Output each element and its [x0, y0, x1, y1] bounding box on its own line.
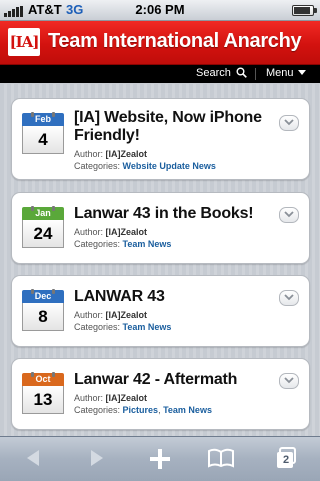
- menu-button[interactable]: Menu: [266, 67, 306, 79]
- categories-label: Categories:: [74, 405, 121, 415]
- expand-button[interactable]: [279, 290, 299, 306]
- calendar-date-icon: Feb 4: [22, 112, 64, 155]
- calendar-ring: [52, 206, 55, 211]
- post-author: Author: [IA]Zealot: [74, 149, 147, 159]
- menu-label: Menu: [266, 67, 294, 79]
- category-link[interactable]: Team News: [163, 405, 212, 415]
- status-time: 2:06 PM: [135, 2, 185, 17]
- chevron-down-icon: [284, 377, 294, 384]
- author-label: Author:: [74, 310, 104, 320]
- post-author: Author: [IA]Zealot: [74, 310, 147, 320]
- site-logo[interactable]: [IA]: [8, 28, 40, 56]
- back-button[interactable]: [18, 447, 48, 471]
- back-arrow-icon: [27, 450, 39, 466]
- search-label: Search: [196, 67, 231, 79]
- calendar-ring: [52, 112, 55, 117]
- plus-icon: [150, 449, 170, 469]
- calendar-ring: [52, 289, 55, 294]
- nav-bar: Search Menu: [0, 65, 320, 83]
- pages-count: 2: [282, 454, 290, 466]
- calendar-ring: [31, 289, 34, 294]
- bookmarks-button[interactable]: [206, 447, 236, 471]
- calendar-date-icon: Dec 8: [22, 289, 64, 332]
- expand-button[interactable]: [279, 373, 299, 389]
- post-categories: Categories: Website Update News: [74, 161, 216, 171]
- calendar-day: 4: [22, 126, 64, 154]
- battery-icon: [292, 5, 317, 16]
- post-author: Author: [IA]Zealot: [74, 227, 147, 237]
- search-icon: [236, 67, 247, 78]
- category-link[interactable]: Team News: [123, 239, 172, 249]
- calendar-day: 8: [22, 303, 64, 331]
- author-name: [IA]Zealot: [105, 149, 148, 159]
- author-label: Author:: [74, 149, 104, 159]
- calendar-date-icon: Jan 24: [22, 206, 64, 249]
- calendar-ring: [31, 206, 34, 211]
- author-name: [IA]Zealot: [105, 227, 148, 237]
- chevron-down-icon: [284, 211, 294, 218]
- expand-button[interactable]: [279, 115, 299, 131]
- calendar-ring: [31, 112, 34, 117]
- category-link[interactable]: Team News: [123, 322, 172, 332]
- post-categories: Categories: Team News: [74, 322, 171, 332]
- categories-label: Categories:: [74, 322, 121, 332]
- calendar-day: 13: [22, 386, 64, 414]
- categories-label: Categories:: [74, 239, 121, 249]
- post-categories: Categories: Pictures, Team News: [74, 405, 212, 415]
- post-title[interactable]: LANWAR 43: [74, 288, 270, 306]
- calendar-ring: [31, 372, 34, 377]
- pages-button[interactable]: 2: [272, 447, 302, 471]
- calendar-month: Dec: [22, 290, 64, 303]
- chevron-down-icon: [284, 294, 294, 301]
- browser-toolbar: 2: [0, 436, 320, 481]
- calendar-month: Oct: [22, 373, 64, 386]
- category-link[interactable]: Website Update News: [123, 161, 216, 171]
- post-card[interactable]: Feb 4 [IA] Website, Now iPhone Friendly!…: [11, 98, 310, 180]
- post-title[interactable]: [IA] Website, Now iPhone Friendly!: [74, 109, 270, 145]
- categories-label: Categories:: [74, 161, 121, 171]
- post-card[interactable]: Oct 13 Lanwar 42 - Aftermath Author: [IA…: [11, 358, 310, 430]
- calendar-date-icon: Oct 13: [22, 372, 64, 415]
- calendar-day: 24: [22, 220, 64, 248]
- post-title[interactable]: Lanwar 43 in the Books!: [74, 205, 270, 223]
- post-list[interactable]: Feb 4 [IA] Website, Now iPhone Friendly!…: [0, 84, 320, 436]
- chevron-down-icon: [297, 70, 306, 75]
- calendar-ring: [52, 372, 55, 377]
- category-link[interactable]: Pictures: [123, 405, 159, 415]
- post-card[interactable]: Dec 8 LANWAR 43 Author: [IA]Zealot Categ…: [11, 275, 310, 347]
- author-name: [IA]Zealot: [105, 310, 148, 320]
- expand-button[interactable]: [279, 207, 299, 223]
- author-name: [IA]Zealot: [105, 393, 148, 403]
- post-author: Author: [IA]Zealot: [74, 393, 147, 403]
- calendar-month: Feb: [22, 113, 64, 126]
- site-title[interactable]: Team International Anarchy: [48, 30, 302, 53]
- author-label: Author:: [74, 227, 104, 237]
- site-header: [IA] Team International Anarchy: [0, 21, 320, 65]
- chevron-down-icon: [284, 119, 294, 126]
- post-categories: Categories: Team News: [74, 239, 171, 249]
- add-bookmark-button[interactable]: [145, 447, 175, 471]
- calendar-month: Jan: [22, 207, 64, 220]
- post-card[interactable]: Jan 24 Lanwar 43 in the Books! Author: […: [11, 192, 310, 264]
- forward-arrow-icon: [91, 450, 103, 466]
- search-button[interactable]: Search: [196, 67, 247, 79]
- nav-divider: [255, 68, 256, 80]
- forward-button[interactable]: [82, 447, 112, 471]
- book-icon: [208, 448, 234, 468]
- post-title[interactable]: Lanwar 42 - Aftermath: [74, 371, 270, 389]
- status-bar: AT&T 3G 2:06 PM: [0, 0, 320, 21]
- author-label: Author:: [74, 393, 104, 403]
